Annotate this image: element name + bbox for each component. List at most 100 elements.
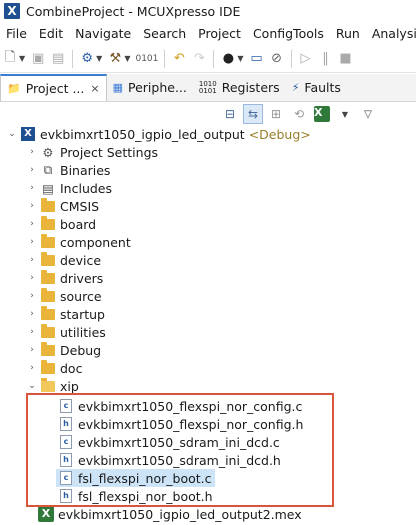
new-dropdown-icon[interactable]: ▼ xyxy=(19,54,25,63)
chevron-right-icon[interactable]: › xyxy=(26,147,38,157)
person-dropdown-icon[interactable]: ▼ xyxy=(237,54,243,63)
folder-icon xyxy=(40,287,56,304)
tree-item[interactable]: › doc xyxy=(26,359,82,377)
chevron-right-icon[interactable]: › xyxy=(26,165,38,175)
tree-item[interactable]: › ⚙ Project Settings xyxy=(26,143,158,161)
stop-icon[interactable]: ⊘ xyxy=(269,48,285,70)
chevron-right-icon[interactable]: › xyxy=(26,345,38,355)
registers-icon: 1010 0101 xyxy=(198,79,217,95)
tree-item[interactable]: › CMSIS xyxy=(26,197,99,215)
toolbar-separator xyxy=(72,49,74,68)
menu-project[interactable]: Project xyxy=(192,26,247,41)
view-tab-bar: 📁 Project ... × ▦ Periphe... 1010 0101 Re… xyxy=(0,74,416,102)
redo-icon[interactable]: ↷ xyxy=(191,48,207,70)
tree-item[interactable]: › Debug xyxy=(26,341,101,359)
tab-peripherals[interactable]: ▦ Periphe... xyxy=(107,74,193,101)
tree-item[interactable]: › component xyxy=(26,233,131,251)
tree-item[interactable]: › device xyxy=(26,251,101,269)
folder-icon xyxy=(40,251,56,268)
menu-configtools[interactable]: ConfigTools xyxy=(247,26,330,41)
menu-edit[interactable]: Edit xyxy=(33,26,69,41)
mex-file-item[interactable]: X evkbimxrt1050_igpio_led_output2.mex xyxy=(36,505,302,523)
folder-icon xyxy=(40,233,56,250)
link-with-editor-icon[interactable]: ⇆ xyxy=(243,104,263,124)
folder-icon xyxy=(40,359,56,376)
debug-dropdown-icon[interactable]: ▼ xyxy=(96,54,102,63)
build-dropdown-icon[interactable]: ▼ xyxy=(124,54,130,63)
tree-item[interactable]: › ⧉ Binaries xyxy=(26,161,110,179)
toolbar-separator xyxy=(290,49,292,68)
tab-registers[interactable]: 1010 0101 Registers xyxy=(193,74,286,101)
tree-item-label: Project Settings xyxy=(60,144,159,160)
tab-project-explorer[interactable]: 📁 Project ... × xyxy=(0,74,107,101)
terminate-icon[interactable]: ■ xyxy=(338,48,354,70)
toolbar-separator xyxy=(213,49,215,68)
mcuxpresso-icon[interactable]: X xyxy=(312,104,332,124)
window-title: CombineProject - MCUXpresso IDE xyxy=(26,3,241,19)
chevron-right-icon[interactable]: › xyxy=(26,273,38,283)
chevron-right-icon[interactable]: › xyxy=(26,237,38,247)
tree-item[interactable]: › utilities xyxy=(26,323,106,341)
tree-item-label: utilities xyxy=(60,324,106,340)
main-toolbar: 🗋 ▼ ▣ ▤ ⚙ ▼ ⚒ ▼ 0101 ↶ ↷ ● ▼ ▭ ⊘ ▷ ‖ ■ xyxy=(0,45,416,73)
tree-item[interactable]: › drivers xyxy=(26,269,103,287)
tree-item[interactable]: › startup xyxy=(26,305,105,323)
pause-icon[interactable]: ‖ xyxy=(318,48,334,70)
peripherals-icon: ▦ xyxy=(112,81,123,94)
tab-faults[interactable]: ⚡ Faults xyxy=(286,74,347,101)
folder-icon xyxy=(40,215,56,232)
chevron-right-icon[interactable]: › xyxy=(26,327,38,337)
undo-icon[interactable]: ↶ xyxy=(171,48,187,70)
tree-item-label: CMSIS xyxy=(60,198,100,214)
menu-search[interactable]: Search xyxy=(137,26,192,41)
chevron-right-icon[interactable]: › xyxy=(26,183,38,193)
collapse-all-icon[interactable]: ⊟ xyxy=(220,104,240,124)
x-logo-icon: X xyxy=(314,106,330,122)
chevron-down-icon[interactable]: ▼ xyxy=(335,104,355,124)
chevron-right-icon[interactable]: › xyxy=(26,363,38,373)
chevron-right-icon[interactable]: › xyxy=(26,309,38,319)
save-icon[interactable]: ▣ xyxy=(30,48,46,70)
menu-analysis[interactable]: Analysis xyxy=(366,26,416,41)
folder-icon xyxy=(40,341,56,358)
tree-item-label: drivers xyxy=(60,270,104,286)
tree-item-label: component xyxy=(60,234,131,250)
chevron-right-icon[interactable]: › xyxy=(26,291,38,301)
debug-config-icon[interactable]: ⚙ xyxy=(79,48,95,70)
file-label: evkbimxrt1050_igpio_led_output2.mex xyxy=(58,506,302,522)
filter-icon[interactable]: ⊞ xyxy=(266,104,286,124)
menu-navigate[interactable]: Navigate xyxy=(69,26,137,41)
tree-item[interactable]: › source xyxy=(26,287,102,305)
folder-open-icon xyxy=(40,377,56,394)
folder-icon xyxy=(40,323,56,340)
new-icon[interactable]: 🗋 xyxy=(2,48,18,70)
tree-item-label: Debug xyxy=(60,342,102,358)
sync-icon[interactable]: ⟲ xyxy=(289,104,309,124)
chevron-right-icon[interactable]: › xyxy=(26,219,38,229)
person-icon[interactable]: ● xyxy=(220,48,236,70)
build-hammer-icon[interactable]: ⚒ xyxy=(107,48,123,70)
console-icon[interactable]: ▭ xyxy=(249,48,265,70)
tree-item-label: board xyxy=(60,216,97,232)
binary-icon[interactable]: 0101 xyxy=(135,48,158,70)
menu-file[interactable]: File xyxy=(0,26,33,41)
project-icon: X xyxy=(20,127,36,142)
tree-project-row[interactable]: ⌄ X evkbimxrt1050_igpio_led_output <Debu… xyxy=(6,125,311,143)
chevron-down-icon[interactable]: ⌄ xyxy=(6,129,18,139)
tree-item[interactable]: › ▤ Includes xyxy=(26,179,112,197)
binaries-icon: ⧉ xyxy=(43,162,53,177)
close-icon[interactable]: × xyxy=(90,82,99,95)
resume-icon[interactable]: ▷ xyxy=(298,48,314,70)
tree-item-label: Binaries xyxy=(60,162,111,178)
tab-label: Registers xyxy=(221,80,280,95)
project-explorer-icon: 📁 xyxy=(7,82,21,95)
chevron-right-icon[interactable]: › xyxy=(26,255,38,265)
tree-item[interactable]: › board xyxy=(26,215,96,233)
chevron-right-icon[interactable]: › xyxy=(26,201,38,211)
menu-bar: File Edit Navigate Search Project Config… xyxy=(0,22,416,44)
includes-icon: ▤ xyxy=(42,180,54,196)
chevron-down-icon[interactable]: ⌄ xyxy=(26,381,38,391)
save-all-icon[interactable]: ▤ xyxy=(50,48,66,70)
view-menu-icon[interactable]: ▽ xyxy=(358,104,378,124)
menu-run[interactable]: Run xyxy=(330,26,366,41)
